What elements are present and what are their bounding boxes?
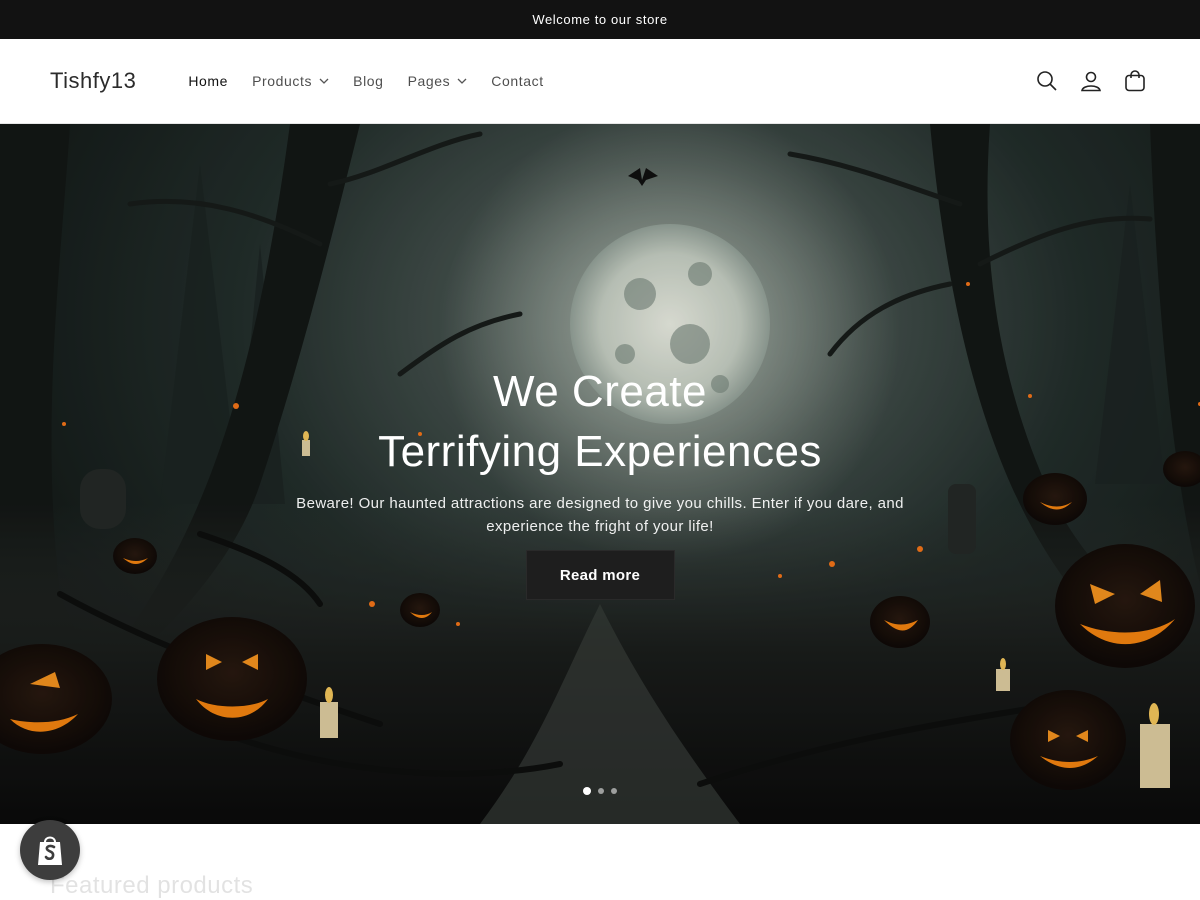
chevron-down-icon [319, 76, 329, 86]
nav-products[interactable]: Products [240, 61, 341, 101]
slideshow-dots [0, 787, 1200, 795]
search-icon[interactable] [1032, 66, 1062, 96]
chevron-down-icon [457, 76, 467, 86]
slide-dot-3[interactable] [611, 788, 617, 794]
hero-title-line1: We Create [493, 367, 707, 416]
nav-contact-label: Contact [491, 73, 544, 89]
cart-icon[interactable] [1120, 66, 1150, 96]
nav-blog[interactable]: Blog [341, 61, 395, 101]
site-header: Tishfy13 Home Products Blog Pages Contac… [0, 39, 1200, 124]
header-icons [1032, 66, 1150, 96]
hero-slideshow: We Create Terrifying Experiences Beware!… [0, 124, 1200, 824]
read-more-button[interactable]: Read more [525, 550, 675, 600]
main-nav: Home Products Blog Pages Contact [176, 61, 555, 101]
nav-pages[interactable]: Pages [396, 61, 480, 101]
featured-products-heading: Featured products [50, 872, 254, 899]
shopify-bag-icon[interactable] [20, 820, 80, 880]
nav-blog-label: Blog [353, 73, 384, 89]
announcement-bar: Welcome to our store [0, 0, 1200, 39]
hero-title-line2: Terrifying Experiences [378, 427, 822, 476]
hero-title: We Create Terrifying Experiences [0, 362, 1200, 482]
hero-description: Beware! Our haunted attractions are desi… [296, 495, 904, 535]
nav-products-label: Products [252, 73, 313, 89]
store-logo[interactable]: Tishfy13 [50, 68, 136, 94]
slide-dot-2[interactable] [598, 788, 604, 794]
nav-pages-label: Pages [407, 73, 451, 89]
announcement-text: Welcome to our store [532, 12, 668, 27]
nav-home[interactable]: Home [176, 61, 240, 101]
account-icon[interactable] [1076, 66, 1106, 96]
hero-content: We Create Terrifying Experiences Beware!… [0, 362, 1200, 600]
nav-home-label: Home [188, 73, 229, 89]
slide-dot-1[interactable] [583, 787, 591, 795]
nav-contact[interactable]: Contact [479, 61, 555, 101]
